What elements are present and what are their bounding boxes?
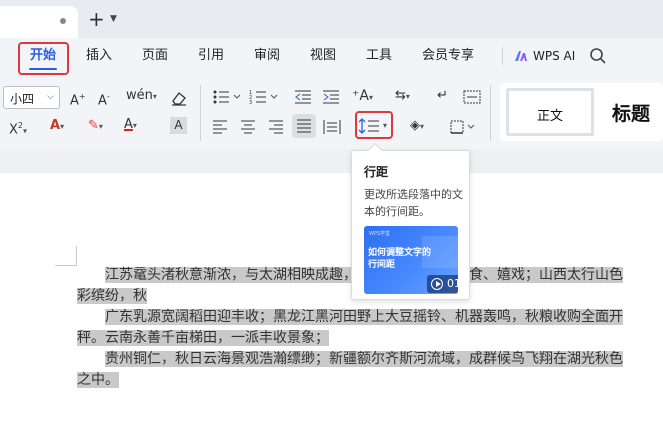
video-duration: 01:10: [447, 277, 458, 290]
play-button[interactable]: 01:10: [427, 275, 458, 293]
tab-view[interactable]: 视图: [310, 48, 336, 64]
tab-list-chevron-icon[interactable]: ▼: [110, 14, 117, 24]
wps-ai-logo-icon[interactable]: [514, 49, 528, 63]
distributed-icon[interactable]: [463, 90, 481, 104]
shrink-font-icon[interactable]: A-: [98, 89, 110, 109]
bullet-list-icon[interactable]: [212, 89, 242, 105]
highlight-pen-icon[interactable]: ✎▾: [88, 118, 103, 135]
grow-font-icon[interactable]: A+: [70, 89, 86, 109]
document-tab[interactable]: [0, 6, 78, 38]
paragraph-2-text: 广东乳源宽阔稻田迎丰收；黑龙江黑河田野上大豆摇铃、机器轰鸣，秋粮收购全面开秤。云…: [77, 309, 623, 346]
tab-references[interactable]: 引用: [198, 48, 224, 64]
play-icon: [431, 278, 443, 290]
sort-icon[interactable]: ⇆▾: [395, 88, 410, 105]
font-size-select[interactable]: 小四 ⌵: [3, 86, 60, 109]
chevron-down-icon: ▾: [383, 121, 388, 130]
tooltip-description: 更改所选段落中的文本的行间距。: [364, 188, 463, 218]
tooltip-title: 行距: [364, 165, 389, 179]
new-tab-plus-icon[interactable]: +: [88, 8, 105, 30]
char-shading-icon[interactable]: A: [170, 117, 187, 134]
align-right-icon[interactable]: [268, 120, 284, 134]
paragraph-1-text: 江苏鼋头渚秋意渐浓，与太湖相映成趣，成群鸟儿在湿地觅食、嬉戏；山西太行山色彩缤纷…: [77, 267, 623, 304]
menu-separator: [502, 47, 503, 65]
style-heading1[interactable]: 标题: [612, 99, 650, 126]
tab-tools[interactable]: 工具: [366, 48, 392, 64]
tab-home[interactable]: 开始: [30, 48, 56, 64]
wps-ai-button[interactable]: WPS AI: [533, 48, 575, 64]
distribute-align-icon[interactable]: [323, 119, 341, 135]
style-normal-label: 正文: [536, 109, 563, 124]
menu-bar: 开始 插入 页面 引用 审阅 视图 工具 会员专享 WPS AI: [0, 38, 663, 75]
increase-indent-icon[interactable]: [322, 89, 340, 105]
page-margin-corner: [55, 246, 77, 266]
decrease-indent-icon[interactable]: [294, 89, 312, 105]
video-title: 如何调整文字的行间距: [368, 248, 432, 270]
eraser-icon[interactable]: [170, 90, 188, 106]
text-effect-icon[interactable]: A▾: [50, 118, 64, 135]
tab-member[interactable]: 会员专享: [422, 48, 474, 64]
font-color-icon[interactable]: A▾: [124, 117, 137, 134]
justify-button[interactable]: [292, 114, 316, 138]
align-center-icon[interactable]: [240, 120, 256, 134]
shading-bucket-icon[interactable]: ◈▾: [410, 118, 424, 135]
video-brand: WPS学堂: [369, 231, 391, 237]
paragraph-3[interactable]: 贵州铜仁，秋日云海景观浩瀚缥缈；新疆额尔齐斯河流域，成群候鸟飞翔在湖光秋色之中。: [77, 349, 633, 391]
ribbon-separator: [490, 85, 491, 141]
svg-text:3: 3: [249, 100, 252, 105]
tab-review[interactable]: 审阅: [254, 48, 280, 64]
active-tab-underline: [29, 68, 57, 70]
ribbon-toolbar: 小四 ⌵ A+ A- wén▾ X2▾ A▾ ✎▾ A▾ A 123 ⁺A▾ ⇆…: [0, 75, 663, 149]
tab-insert[interactable]: 插入: [86, 48, 112, 64]
chevron-down-icon: ⌵: [47, 92, 54, 102]
line-spacing-icon: [359, 118, 379, 134]
numbered-list-icon[interactable]: 123: [249, 89, 279, 105]
paragraph-3-text: 贵州铜仁，秋日云海景观浩瀚缥缈；新疆额尔齐斯河流域，成群候鸟飞翔在湖光秋色之中。: [77, 351, 623, 388]
text-direction-icon[interactable]: ⁺A▾: [352, 88, 373, 106]
tutorial-video-thumbnail[interactable]: WPS学堂 如何调整文字的行间距 01:10: [364, 226, 458, 294]
borders-icon[interactable]: [450, 120, 476, 134]
ribbon-separator: [200, 85, 201, 141]
align-justify-icon: [297, 119, 311, 133]
title-bar: + ▼: [0, 0, 663, 38]
paragraph-2[interactable]: 广东乳源宽阔稻田迎丰收；黑龙江黑河田野上大豆摇铃、机器轰鸣，秋粮收购全面开秤。云…: [77, 307, 633, 349]
show-marks-icon[interactable]: ↵: [437, 88, 448, 104]
font-size-value: 小四: [10, 92, 35, 106]
superscript-icon[interactable]: X2▾: [9, 118, 27, 139]
pinyin-guide-icon[interactable]: wén▾: [126, 88, 157, 105]
search-icon[interactable]: [589, 47, 607, 65]
align-left-icon[interactable]: [212, 120, 228, 134]
tab-dot-icon[interactable]: [60, 18, 66, 24]
line-spacing-tooltip: 行距 更改所选段落中的文本的行间距。 WPS学堂 如何调整文字的行间距 01:1…: [351, 142, 470, 300]
style-normal[interactable]: 正文: [506, 88, 594, 136]
tab-page[interactable]: 页面: [142, 48, 168, 64]
line-spacing-button[interactable]: ▾: [359, 115, 391, 137]
